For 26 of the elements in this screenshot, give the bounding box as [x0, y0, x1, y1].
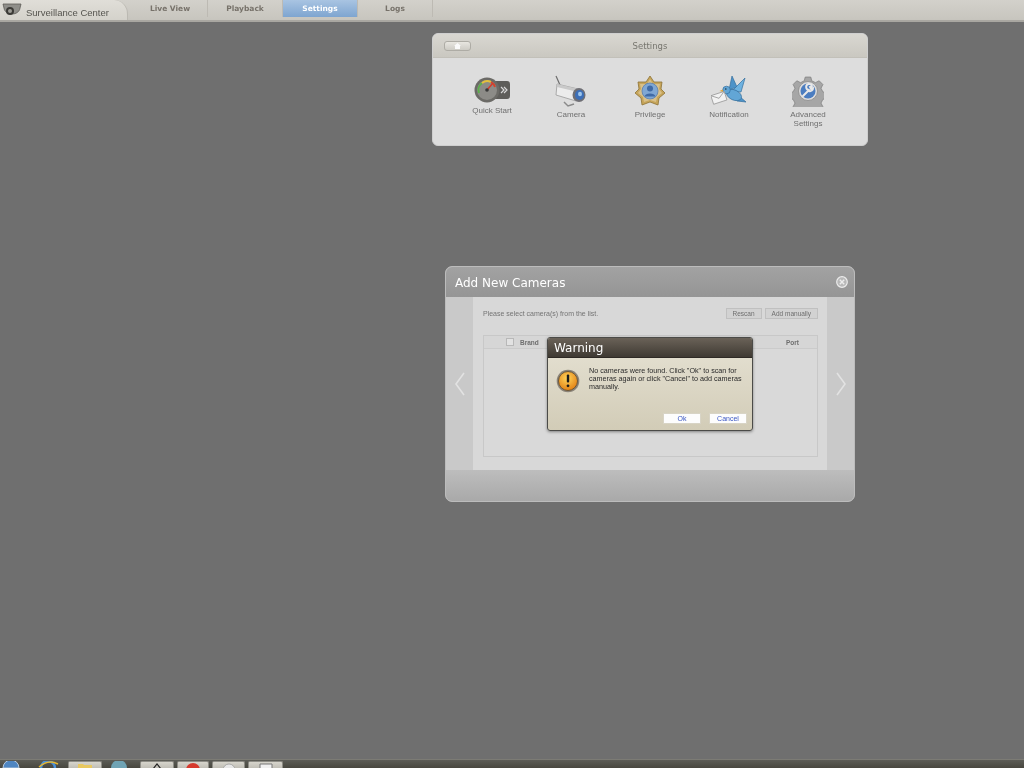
taskbar-button[interactable]: [140, 761, 174, 768]
home-button[interactable]: [444, 40, 471, 51]
warning-title: Warning: [554, 340, 604, 355]
folder-icon: [78, 763, 92, 768]
settings-item[interactable]: Notification: [689, 75, 769, 128]
settings-item[interactable]: Privilege: [610, 75, 690, 128]
panel-title: Settings: [632, 40, 668, 51]
house-icon: [152, 763, 162, 768]
app-title: Surveillance Center: [26, 6, 109, 18]
settings-item[interactable]: Camera: [531, 75, 611, 128]
settings-item[interactable]: Quick Start: [452, 75, 532, 128]
taskbar-app-icon[interactable]: [37, 761, 59, 768]
close-icon[interactable]: [836, 276, 848, 288]
window-icon: [258, 763, 273, 768]
select-all-checkbox[interactable]: [506, 338, 514, 346]
bird-envelope-icon: [711, 75, 747, 107]
settings-item[interactable]: Advanced Settings: [768, 75, 848, 128]
person-badge-icon: [634, 75, 666, 107]
taskbar-app-icon[interactable]: [110, 761, 128, 768]
start-button-icon[interactable]: [2, 761, 20, 768]
dialog-title: Add New Cameras: [455, 276, 566, 290]
security-camera-icon: [554, 75, 588, 107]
home-icon: [454, 42, 461, 49]
warning-icon: [556, 369, 580, 393]
gear-wrench-icon: [792, 75, 824, 107]
speedometer-icon: [474, 75, 510, 103]
